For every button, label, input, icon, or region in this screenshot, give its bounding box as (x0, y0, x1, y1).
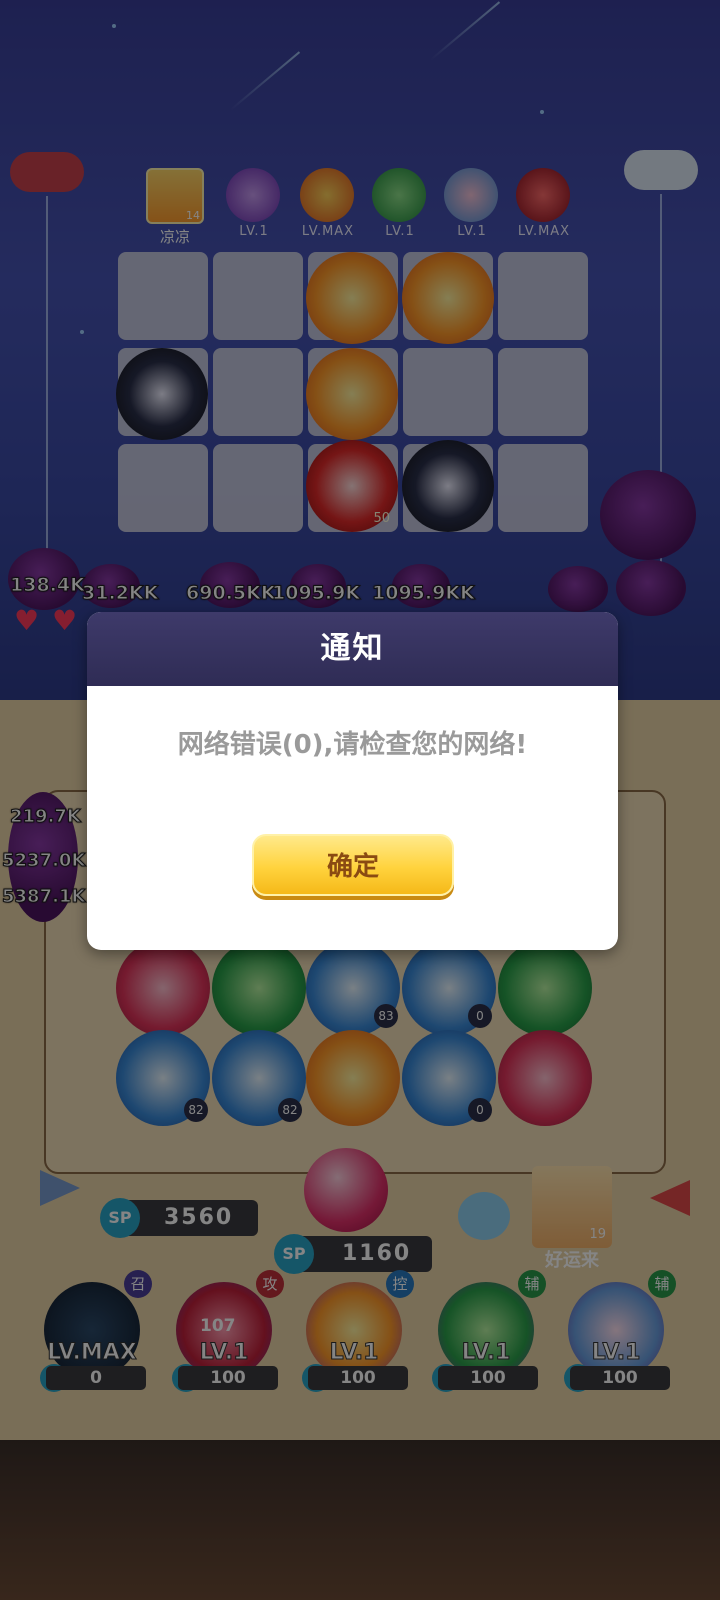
dialog-message: 网络错误(0),请检查您的网络! (177, 730, 528, 760)
dialog-title: 通知 (87, 612, 618, 686)
notice-dialog: 通知 网络错误(0),请检查您的网络! 确定 (87, 612, 618, 950)
confirm-button[interactable]: 确定 (252, 834, 454, 896)
